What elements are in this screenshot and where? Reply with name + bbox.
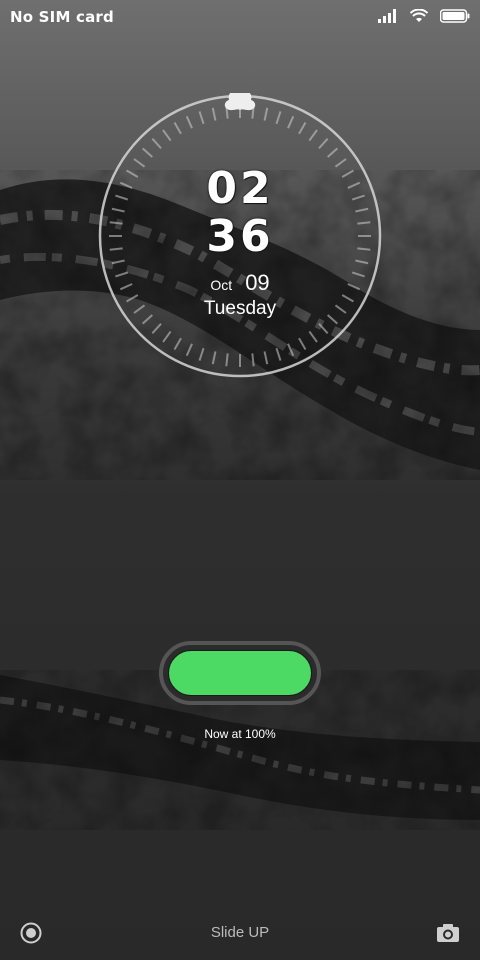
clock-tick	[185, 343, 193, 357]
clock-tick	[198, 111, 205, 125]
clock-tick	[211, 351, 217, 365]
clock-tick	[151, 137, 162, 149]
clock-tick	[318, 137, 329, 149]
clock-tick	[287, 343, 295, 357]
date-weekday: Tuesday	[203, 298, 277, 319]
clock-tick	[263, 107, 269, 121]
status-icons	[378, 9, 470, 23]
clock-tick	[211, 107, 217, 121]
clock-tick	[141, 147, 153, 158]
clock-tick	[198, 347, 205, 361]
clock-tick	[298, 337, 307, 350]
status-bar: No SIM card	[0, 0, 480, 34]
time-hours: 02	[206, 163, 274, 214]
date-month: Oct	[210, 277, 233, 293]
camera-icon[interactable]	[436, 922, 460, 944]
clock-tick	[185, 115, 193, 129]
clock-tick	[308, 129, 318, 142]
clock-tick	[327, 147, 339, 158]
signal-icon	[378, 9, 396, 23]
clock-tick	[308, 330, 318, 343]
clock-tick	[173, 337, 182, 350]
clock-tick	[275, 347, 282, 361]
clock-tick	[151, 323, 162, 335]
battery-level-fill	[168, 650, 312, 696]
clock-tick	[162, 330, 172, 343]
clock-tick	[318, 323, 329, 335]
clock-tick	[173, 122, 182, 135]
date-row: Oct 09	[0, 270, 480, 296]
time-minutes: 36	[206, 211, 274, 262]
clock-tick	[275, 111, 282, 125]
charging-status-text: Now at 100%	[204, 727, 276, 741]
lock-screen: No SIM card 02 36 Oct 09 Tuesday Now at …	[0, 0, 480, 960]
date-day: 09	[245, 270, 270, 295]
clock-tick	[263, 351, 269, 365]
slide-up-hint[interactable]: Slide UP	[0, 924, 480, 941]
carrier-label: No SIM card	[10, 8, 114, 26]
battery-icon	[440, 9, 470, 23]
clock-tick	[225, 353, 229, 367]
leaf-icon	[224, 93, 256, 111]
clock-tick	[162, 129, 172, 142]
clock-tick	[287, 115, 295, 129]
wifi-icon	[410, 9, 428, 22]
clock-tick	[298, 122, 307, 135]
clock-tick	[251, 353, 255, 367]
charging-battery	[159, 641, 321, 705]
